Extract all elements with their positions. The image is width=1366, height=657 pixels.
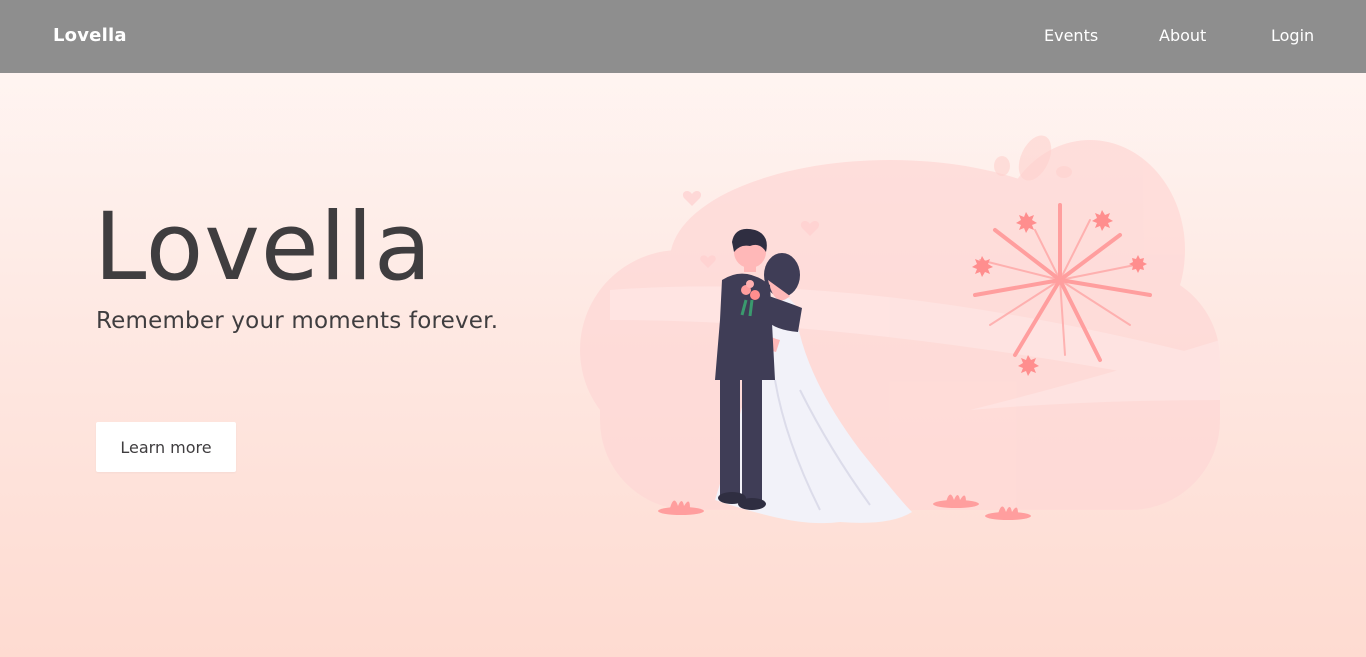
wedding-couple-illustration: [580, 135, 1220, 524]
nav-link-events[interactable]: Events: [1044, 26, 1098, 45]
brand-logo[interactable]: Lovella: [53, 25, 127, 46]
learn-more-button[interactable]: Learn more: [96, 422, 236, 472]
navbar: Lovella Events About Login: [0, 0, 1366, 73]
hero-subtitle: Remember your moments forever.: [96, 308, 499, 334]
nav-link-about[interactable]: About: [1159, 26, 1206, 45]
hero-title: Lovella: [94, 193, 433, 302]
nav-link-login[interactable]: Login: [1271, 26, 1314, 45]
